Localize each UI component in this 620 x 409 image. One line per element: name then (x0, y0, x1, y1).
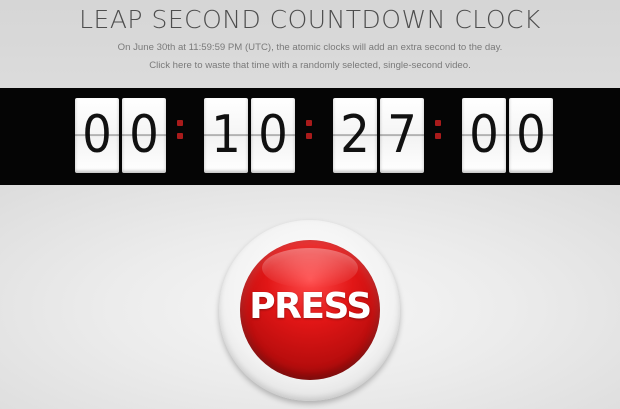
seconds-tens-digit: 2 (333, 98, 377, 173)
hours-ones-digit: 0 (122, 98, 166, 173)
minutes-ones-digit: 0 (251, 98, 295, 173)
colon-separator (177, 111, 184, 151)
description-text: On June 30th at 11:59:59 PM (UTC), the a… (117, 42, 503, 53)
minutes-tens-digit: 1 (204, 98, 248, 173)
random-video-link[interactable]: Click here to waste that time with a ran… (0, 60, 620, 72)
press-button[interactable]: PRESS (240, 240, 380, 380)
seconds-ones-digit: 7 (380, 98, 424, 173)
frames-tens-digit: 0 (462, 98, 506, 173)
colon-separator (306, 111, 313, 151)
frames-ones-digit: 0 (509, 98, 553, 173)
colon-separator (435, 111, 442, 151)
hours-tens-digit: 0 (75, 98, 119, 173)
press-button-label: PRESS (249, 286, 372, 327)
page-title: LEAP SECOND COUNTDOWN CLOCK (79, 5, 541, 34)
